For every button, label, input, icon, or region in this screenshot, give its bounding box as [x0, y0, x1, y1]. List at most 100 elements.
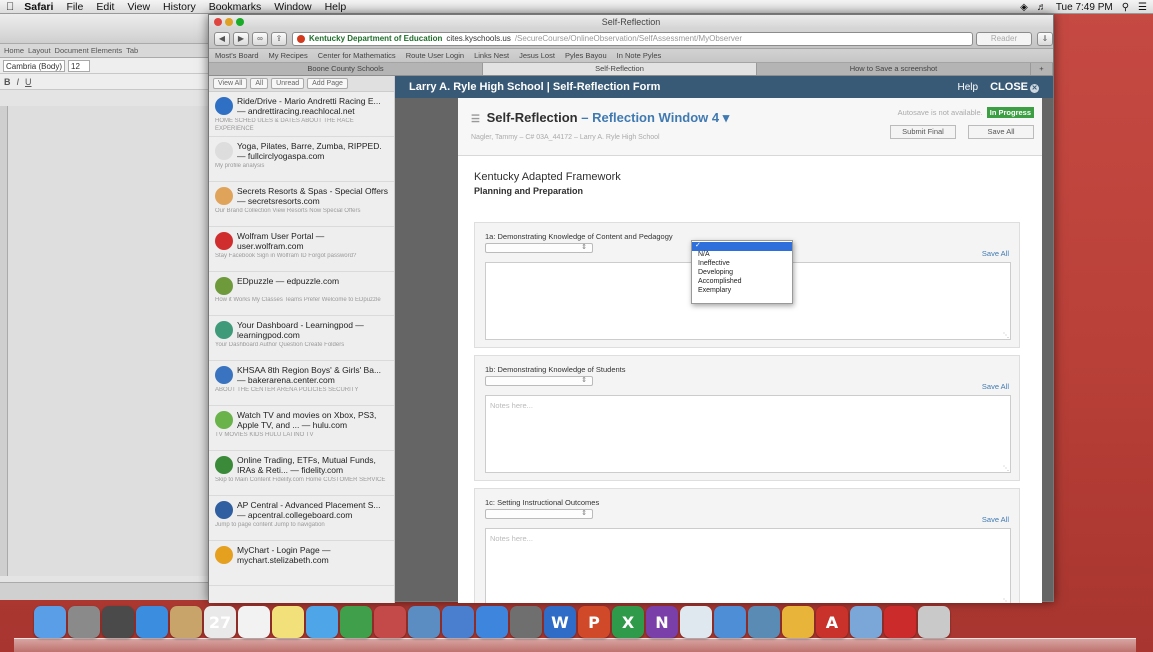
bookmark-item[interactable]: My Recipes — [269, 51, 308, 60]
photos-icon[interactable] — [170, 606, 202, 638]
section-save-link[interactable]: Save All — [982, 515, 1009, 524]
menu-window[interactable]: Window — [274, 1, 311, 13]
reflection-window-select[interactable]: Reflection Window 4 — [592, 110, 719, 125]
itunes-icon[interactable] — [442, 606, 474, 638]
dropdown-option-blank[interactable]: ✓ — [692, 242, 792, 251]
tab-boone-county[interactable]: Boone County Schools — [209, 63, 483, 75]
menu-history[interactable]: History — [163, 1, 196, 13]
app-store-icon[interactable] — [476, 606, 508, 638]
bookmark-item[interactable]: Jesus Lost — [519, 51, 555, 60]
rating-select[interactable]: ⇕ — [485, 509, 593, 519]
calculator-icon[interactable] — [510, 606, 542, 638]
word-icon[interactable]: W — [544, 606, 576, 638]
spotlight-icon[interactable]: ⚲ — [1122, 2, 1129, 13]
reading-list-item[interactable]: KHSAA 8th Region Boys' & Girls' Ba... — … — [209, 361, 394, 406]
notes-icon[interactable] — [238, 606, 270, 638]
bookmark-item[interactable]: Most's Board — [215, 51, 259, 60]
mail-icon[interactable] — [850, 606, 882, 638]
close-window-icon[interactable] — [214, 18, 222, 26]
notes-textarea[interactable]: Notes here... ⋱ — [485, 528, 1011, 603]
notes-textarea[interactable]: Notes here... ⋱ — [485, 395, 1011, 473]
section-save-link[interactable]: Save All — [982, 249, 1009, 258]
rating-select[interactable]: ⇕ — [485, 376, 593, 386]
notification-center-icon[interactable]: ☰ — [1138, 2, 1147, 13]
reading-list-item[interactable]: AP Central - Advanced Placement S... — a… — [209, 496, 394, 541]
font-name-select[interactable]: Cambria (Body) — [3, 59, 65, 72]
facetime-icon[interactable] — [340, 606, 372, 638]
reading-list-icon[interactable]: ∞ — [252, 31, 268, 46]
ribbon-tab-document-elements[interactable]: Document Elements — [55, 46, 123, 55]
menu-help[interactable]: Help — [325, 1, 347, 13]
chrome-icon[interactable] — [782, 606, 814, 638]
onenote-icon[interactable]: N — [646, 606, 678, 638]
bookmark-item[interactable]: Pyles Bayou — [565, 51, 607, 60]
all-button[interactable]: All — [250, 78, 269, 89]
rating-select[interactable]: ⇕ — [485, 243, 593, 253]
reading-list-item[interactable]: Your Dashboard - Learningpod — learningp… — [209, 316, 394, 361]
back-icon[interactable]: ◀ — [214, 31, 230, 46]
resize-grip-icon[interactable]: ⋱ — [1003, 598, 1009, 603]
italic-icon[interactable]: I — [17, 77, 20, 87]
address-bar[interactable]: Kentucky Department of Education cites.k… — [292, 31, 973, 46]
view-all-button[interactable]: View All — [213, 78, 248, 89]
bookmark-item[interactable]: In Note Pyles — [617, 51, 662, 60]
dropdown-option-na[interactable]: N/A — [692, 251, 792, 260]
close-button[interactable]: CLOSE ✕ — [990, 81, 1039, 93]
stickies-icon[interactable] — [272, 606, 304, 638]
resize-grip-icon[interactable]: ⋱ — [1003, 465, 1009, 472]
menu-file[interactable]: File — [66, 1, 83, 13]
window-chevron-icon[interactable]: ▾ — [723, 110, 730, 125]
finder-icon[interactable] — [34, 606, 66, 638]
document-area[interactable] — [8, 106, 224, 576]
zoom-window-icon[interactable] — [236, 18, 244, 26]
resize-grip-icon[interactable]: ⋱ — [1003, 332, 1009, 339]
messages-icon[interactable] — [306, 606, 338, 638]
reading-list-item[interactable]: Secrets Resorts & Spas - Special Offers … — [209, 182, 394, 227]
dashboard-icon[interactable] — [102, 606, 134, 638]
ribbon-tab-tables[interactable]: Tab — [126, 46, 138, 55]
apple-menu-icon[interactable]:  — [6, 1, 14, 13]
finder-alt-icon[interactable] — [748, 606, 780, 638]
dropdown-option-developing[interactable]: Developing — [692, 269, 792, 278]
unread-button[interactable]: Unread — [271, 78, 305, 89]
underline-icon[interactable]: U — [25, 77, 32, 87]
ribbon-tab-layout[interactable]: Layout — [28, 46, 51, 55]
reader-button[interactable]: Reader — [976, 31, 1032, 46]
drag-handle-icon[interactable]: ☰ — [471, 114, 480, 125]
dropdown-option-ineffective[interactable]: Ineffective — [692, 260, 792, 269]
preview-icon[interactable] — [714, 606, 746, 638]
calendar-icon[interactable]: 27 — [204, 606, 236, 638]
menu-view[interactable]: View — [127, 1, 150, 13]
tab-screenshot-help[interactable]: How to Save a screenshot — [757, 63, 1031, 75]
reading-list-item[interactable]: Watch TV and movies on Xbox, PS3, Apple … — [209, 406, 394, 451]
reading-list-item[interactable]: Ride/Drive - Mario Andretti Racing E... … — [209, 92, 394, 137]
trash-icon[interactable] — [918, 606, 950, 638]
downloads-icon[interactable]: ⇓ — [1037, 31, 1053, 46]
bold-icon[interactable]: B — [4, 77, 11, 87]
reading-list-item[interactable]: Online Trading, ETFs, Mutual Funds, IRAs… — [209, 451, 394, 496]
tab-self-reflection[interactable]: Self-Reflection — [483, 63, 757, 75]
reading-list-item[interactable]: EDpuzzle — edpuzzle.com How it Works My C… — [209, 272, 394, 316]
dropdown-option-exemplary[interactable]: Exemplary — [692, 287, 792, 296]
menu-safari[interactable]: Safari — [24, 1, 53, 13]
clock[interactable]: Tue 7:49 PM — [1056, 2, 1113, 13]
volume-icon[interactable]: ♬ — [1037, 2, 1047, 13]
add-page-button[interactable]: Add Page — [307, 78, 348, 89]
submit-final-button[interactable]: Submit Final — [890, 125, 956, 139]
photo-booth-icon[interactable] — [374, 606, 406, 638]
menu-edit[interactable]: Edit — [96, 1, 114, 13]
wifi-icon[interactable]: ◈ — [1020, 2, 1028, 13]
section-save-link[interactable]: Save All — [982, 382, 1009, 391]
pdf-reader-icon[interactable] — [884, 606, 916, 638]
excel-icon[interactable]: X — [612, 606, 644, 638]
acrobat-icon[interactable]: A — [816, 606, 848, 638]
minimize-window-icon[interactable] — [225, 18, 233, 26]
reading-list-item[interactable]: Yoga, Pilates, Barre, Zumba, RIPPED. — f… — [209, 137, 394, 182]
bookmark-item[interactable]: Route User Login — [406, 51, 464, 60]
system-preferences-icon[interactable] — [68, 606, 100, 638]
bookmark-item[interactable]: Links Nest — [474, 51, 509, 60]
font-size-select[interactable]: 12 — [68, 59, 90, 72]
iphoto-icon[interactable] — [408, 606, 440, 638]
save-all-button[interactable]: Save All — [968, 125, 1034, 139]
help-link[interactable]: Help — [958, 82, 979, 93]
